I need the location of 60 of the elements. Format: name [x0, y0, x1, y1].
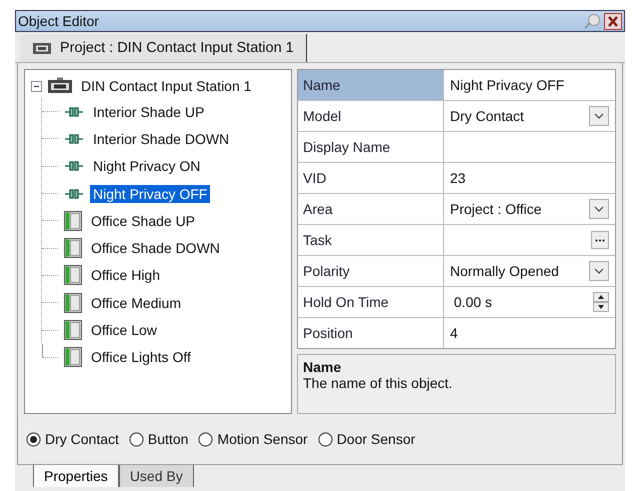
spinner-icon[interactable] — [593, 292, 609, 312]
device-icon — [47, 77, 73, 95]
switch-icon — [64, 292, 82, 313]
property-name[interactable]: Area — [298, 194, 444, 224]
window-title: Object Editor — [18, 13, 100, 29]
contact-icon — [64, 186, 84, 201]
radio-label[interactable]: Button — [148, 431, 188, 447]
tree-item[interactable]: Night Privacy OFF — [90, 184, 210, 203]
radio-label[interactable]: Door Sensor — [336, 431, 416, 447]
tree-item[interactable]: Interior Shade DOWN — [90, 130, 232, 148]
radio-button[interactable] — [318, 432, 333, 446]
switch-icon — [64, 238, 82, 258]
tree-item[interactable]: Interior Shade UP — [90, 102, 208, 121]
tab[interactable]: Used By — [118, 465, 194, 487]
contact-icon — [64, 132, 84, 146]
tree-item[interactable]: Office High — [88, 266, 163, 284]
property-name[interactable]: Model — [298, 101, 444, 131]
switch-icon — [64, 210, 82, 231]
property-value[interactable]: 23 — [450, 170, 466, 186]
property-value[interactable]: Night Privacy OFF — [450, 77, 564, 93]
property-value[interactable]: 4 — [450, 325, 458, 341]
property-name[interactable]: Name — [298, 70, 444, 100]
tree-item[interactable]: Office Shade DOWN — [88, 239, 223, 258]
property-name[interactable]: VID — [298, 163, 444, 193]
radio-button[interactable] — [26, 432, 41, 446]
dropdown-button-icon[interactable] — [589, 199, 609, 219]
radio-button[interactable] — [128, 432, 144, 446]
property-name[interactable]: Task — [298, 225, 444, 255]
property-name[interactable]: Display Name — [298, 132, 444, 162]
collapse-icon[interactable] — [31, 80, 42, 92]
property-value[interactable]: 0.00 s — [450, 294, 492, 310]
radio-button[interactable] — [198, 432, 214, 446]
description-text: The name of this object. — [303, 375, 454, 391]
property-value[interactable]: Project : Office — [450, 201, 542, 217]
device-icon — [32, 42, 52, 54]
contact-icon — [64, 159, 84, 174]
tree-item[interactable]: Office Low — [88, 321, 160, 340]
document-tab[interactable]: Project : DIN Contact Input Station 1 — [20, 34, 307, 62]
tree-item[interactable]: Office Shade UP — [88, 212, 198, 230]
tree-item[interactable]: Night Privacy ON — [90, 157, 204, 176]
radio-label[interactable]: Motion Sensor — [217, 431, 308, 447]
tab[interactable]: Properties — [33, 465, 119, 487]
property-name[interactable]: Hold On Time — [298, 287, 444, 317]
property-name[interactable]: Position — [298, 318, 444, 348]
property-value[interactable]: Normally Opened — [450, 263, 559, 279]
dropdown-button-icon[interactable] — [589, 106, 609, 126]
tree-item[interactable]: Office Lights Off — [88, 348, 194, 366]
switch-icon — [64, 347, 82, 368]
close-icon[interactable] — [604, 12, 622, 30]
dropdown-button-icon[interactable] — [589, 261, 609, 281]
radio-label[interactable]: Dry Contact — [45, 431, 119, 447]
switch-icon — [64, 265, 82, 286]
description-title: Name — [303, 359, 342, 375]
property-name[interactable]: Polarity — [298, 256, 444, 286]
switch-icon — [64, 320, 82, 340]
tree-item[interactable]: Office Medium — [88, 294, 184, 312]
contact-icon — [64, 104, 84, 119]
ellipsis-button-icon[interactable] — [591, 231, 609, 249]
tree-item[interactable]: DIN Contact Input Station 1 — [78, 77, 254, 95]
property-value[interactable]: Dry Contact — [450, 108, 524, 124]
